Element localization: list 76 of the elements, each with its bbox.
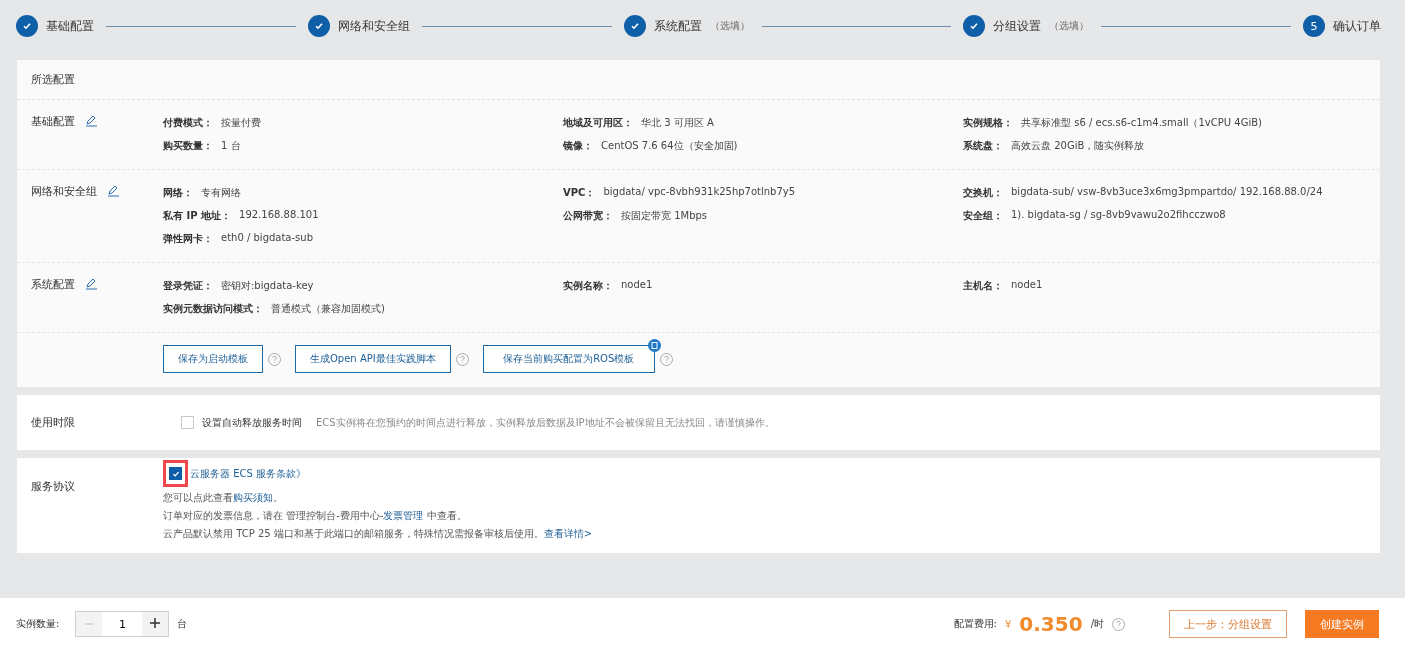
step-label: 分组设置 [993,17,1042,35]
notice-text: 订单对应的发票信息，请在 管理控制台-费用中心-发票管理 中查看。 [163,509,468,523]
field-value: node1 [1011,279,1043,292]
card-title: 所选配置 [31,72,75,87]
field-label: 实例元数据访问模式： [163,302,263,316]
field-value: 1 台 [221,139,241,153]
template-button[interactable]: 保存为启动模板 [163,345,263,373]
field-value: 密钥对:bigdata-key [221,279,314,293]
field-value: 1). bigdata-sg / sg-8vb9vawu2o2fihcczwo8 [1011,209,1226,222]
field-label: 镜像： [563,139,593,153]
step-number: 5 [1303,15,1325,37]
help-icon [659,352,673,366]
field-value: eth0 / bigdata-sub [221,232,313,245]
field-value: 192.168.88.101 [239,209,319,222]
field-label: 网络： [163,186,193,200]
section-title: 使用时限 [31,416,75,429]
field-value: 专有网络 [201,186,241,200]
field-label: 系统盘： [963,139,1003,153]
help-icon [455,352,469,366]
field-label: 登录凭证： [163,279,213,293]
price-unit: /时 [1090,617,1104,631]
checkbox[interactable] [169,467,182,480]
field-label: 付费模式： [163,116,213,130]
field-label: VPC： [563,186,596,200]
field-value: 普通模式（兼容加固模式) [271,302,385,316]
group-title: 网络和安全组 [31,184,97,199]
group-title: 基础配置 [31,114,75,129]
field-label: 实例规格： [963,116,1013,130]
notice-text: 云产品默认禁用 TCP 25 端口和基于此端口的邮箱服务，特殊情况需报备审核后使用。查看详情> [163,527,593,541]
help-icon [1112,617,1125,631]
template-button[interactable]: 保存当前购买配置为ROS模板 [482,345,655,373]
release-note: ECS实例将在您预约的时间点进行释放，实例释放后数据及IP地址不会被保留且无法找回，请谨慎操作。 [316,415,775,430]
step-label: 网络和安全组 [337,17,410,35]
notice-link[interactable]: 购买须知 [233,492,273,503]
template-button[interactable]: 生成Open API最佳实践脚本 [295,345,451,373]
field-label: 地域及可用区： [563,116,633,130]
field-label: 实例名称： [563,279,613,293]
field-value: 共享标准型 s6 / ecs.s6-c1m4.small（1vCPU 4GiB) [1021,116,1262,130]
cost-label: 配置费用: [953,617,997,631]
section-title: 服务协议 [31,480,75,493]
field-value: bigdata/ vpc-8vbh931k25hp7otlnb7y5 [603,186,796,199]
step-label: 基础配置 [46,17,94,35]
group-title: 系统配置 [31,277,75,292]
checkbox-label: 设置自动释放服务时间 [202,415,302,430]
quantity-stepper[interactable]: 1 [75,611,170,637]
step-label: 系统配置 [653,17,702,35]
help-icon [268,352,281,366]
price: 0.350 [1019,612,1083,636]
unit-label: 台 [177,617,188,631]
currency: ¥ [1005,618,1012,630]
step-hint: （选填） [1049,19,1090,33]
notice-text: 您可以点此查看购买须知。 [163,491,284,505]
field-label: 私有 IP 地址： [163,209,231,223]
field-label: 购买数量： [163,139,213,153]
edit-icon[interactable] [107,184,120,197]
quantity-label: 实例数量: [16,617,60,631]
field-value: 按量付费 [221,116,261,130]
step-label: 确认订单 [1333,17,1381,35]
field-label: 安全组： [963,209,1003,223]
field-label: 弹性网卡： [163,232,213,246]
field-label: 主机名： [963,279,1003,293]
field-value: 高效云盘 20GiB，随实例释放 [1011,139,1145,153]
field-value: 按固定带宽 1Mbps [621,209,708,223]
field-value: bigdata-sub/ vsw-8vb3uce3x6mg3pmpartdo/ 192.168.88.0/24 [1011,186,1323,199]
field-value: 华北 3 可用区 A [641,116,714,130]
edit-icon[interactable] [85,114,98,127]
field-label: 交换机： [963,186,1003,200]
terms-link[interactable]: 云服务器 ECS 服务条款》 [190,466,306,481]
step-hint: （选填） [709,19,750,33]
notice-link[interactable]: 查看详情> [543,528,593,539]
plus-icon[interactable] [142,612,169,636]
edit-icon[interactable] [85,277,98,290]
field-label: 公网带宽： [563,209,613,223]
notice-link[interactable]: 发票管理 [383,510,424,521]
field-value: CentOS 7.6 64位（安全加固) [601,139,738,153]
field-value: node1 [621,279,653,292]
